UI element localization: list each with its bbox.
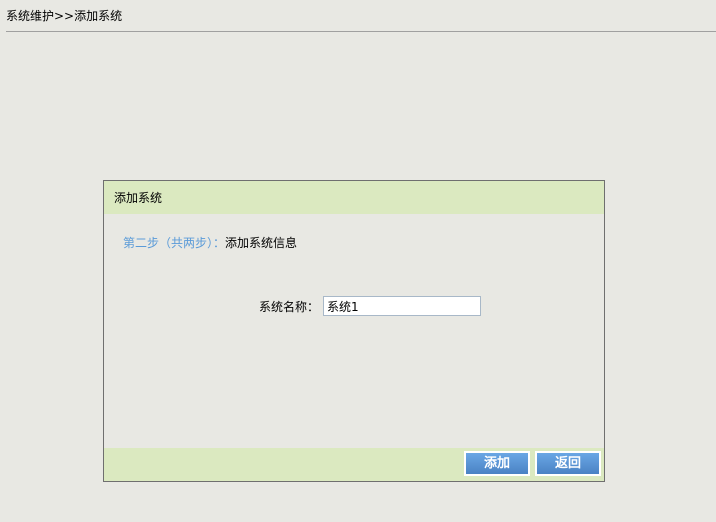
divider bbox=[6, 31, 716, 32]
back-button[interactable]: 返回 bbox=[535, 451, 601, 476]
system-name-input[interactable] bbox=[323, 296, 482, 316]
dialog-title: 添加系统 bbox=[104, 181, 604, 214]
step-label: 第二步（共两步）： bbox=[123, 236, 226, 250]
system-name-label: 系统名称： bbox=[259, 299, 320, 314]
add-system-dialog: 添加系统 第二步（共两步）：添加系统信息 系统名称： 添加 返回 bbox=[103, 180, 605, 482]
dialog-footer: 添加 返回 bbox=[104, 448, 604, 481]
breadcrumb: 系统维护>>添加系统 bbox=[6, 9, 123, 23]
step-text: 添加系统信息 bbox=[225, 236, 298, 250]
step-indicator: 第二步（共两步）：添加系统信息 bbox=[123, 234, 297, 251]
add-button[interactable]: 添加 bbox=[464, 451, 530, 476]
